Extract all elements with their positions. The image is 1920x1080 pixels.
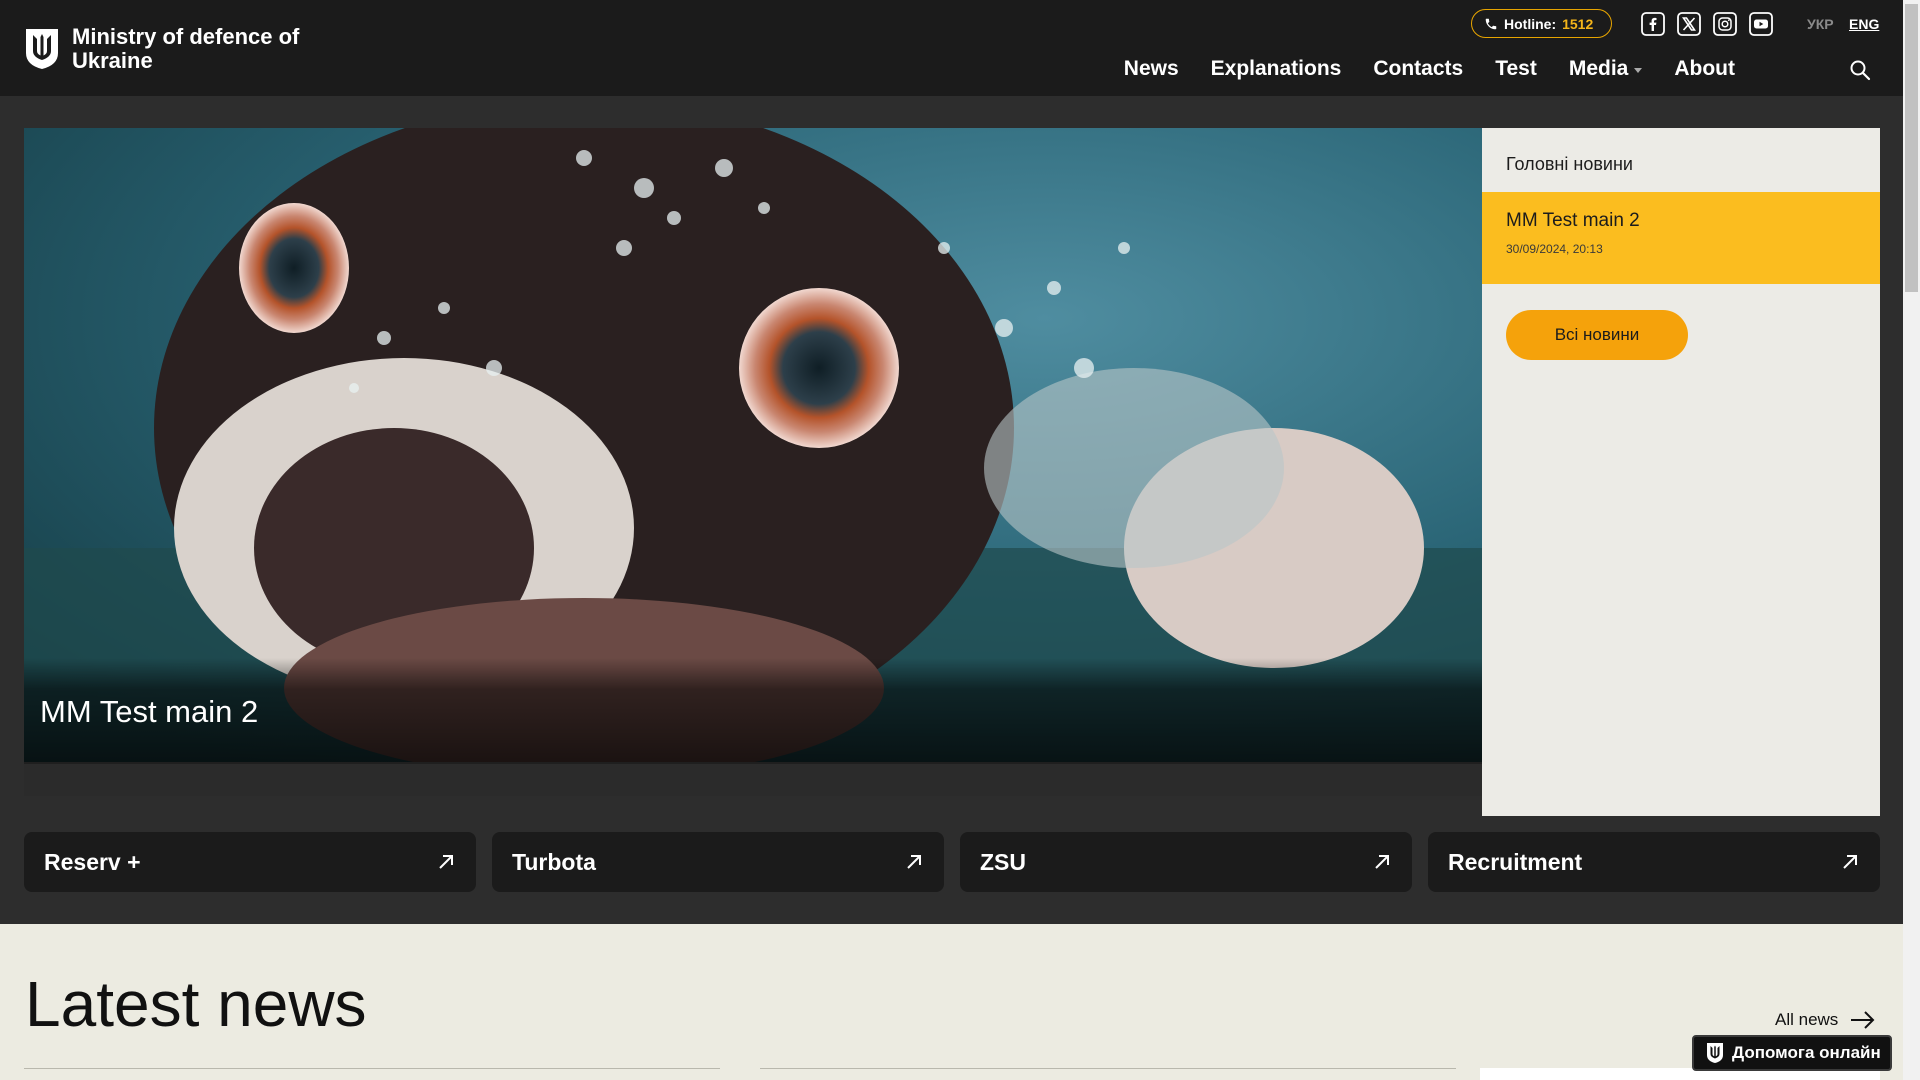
all-news-label: All news bbox=[1775, 1010, 1839, 1029]
help-online-label: Допомога онлайн bbox=[1732, 1043, 1881, 1062]
trident-shield-icon bbox=[1707, 1043, 1723, 1063]
quick-link-zsu[interactable]: ZSU bbox=[960, 832, 1412, 892]
arrow-up-right-icon bbox=[1843, 855, 1857, 869]
site-logo[interactable]: Ministry of defence of Ukraine bbox=[24, 25, 302, 73]
page-scrollbar[interactable] bbox=[1903, 0, 1920, 1080]
hotline-label: Hotline: bbox=[1504, 15, 1557, 32]
news-card-divider bbox=[24, 1068, 720, 1069]
nav-media[interactable]: Media bbox=[1569, 57, 1643, 81]
arrow-up-right-icon bbox=[907, 855, 921, 869]
all-main-news-button[interactable]: Всі новини bbox=[1506, 310, 1688, 360]
main-news-panel: Головні новини MM Test main 2 30/09/2024… bbox=[1482, 128, 1880, 816]
quick-link-label: Turbota bbox=[512, 848, 596, 875]
lang-english[interactable]: ENG bbox=[1849, 16, 1879, 32]
main-nav: News Explanations Contacts Test Media Ab… bbox=[1124, 57, 1735, 81]
arrow-up-right-icon bbox=[1375, 855, 1389, 869]
nav-explanations[interactable]: Explanations bbox=[1211, 57, 1342, 81]
phone-icon bbox=[1485, 18, 1497, 29]
site-header: Ministry of defence of Ukraine Hotline: … bbox=[0, 0, 1903, 96]
latest-news-title: Latest news bbox=[25, 968, 367, 1040]
lang-ukrainian[interactable]: УКР bbox=[1807, 16, 1834, 32]
quick-link-reserv[interactable]: Reserv + bbox=[24, 832, 476, 892]
nav-test[interactable]: Test bbox=[1495, 57, 1537, 81]
news-card-divider bbox=[760, 1068, 1456, 1069]
quick-link-recruitment[interactable]: Recruitment bbox=[1428, 832, 1880, 892]
quick-link-label: ZSU bbox=[980, 848, 1026, 875]
social-links bbox=[1641, 12, 1773, 36]
hero-slider[interactable]: MM Test main 2 bbox=[24, 128, 1482, 796]
quick-links: Reserv + Turbota ZSU Recruitment bbox=[24, 832, 1880, 892]
logo-text: Ministry of defence of Ukraine bbox=[72, 24, 300, 73]
quick-link-label: Reserv + bbox=[44, 848, 141, 875]
search-icon[interactable] bbox=[1848, 58, 1872, 82]
main-news-item-date: 30/09/2024, 20:13 bbox=[1506, 242, 1603, 256]
main-news-item[interactable]: MM Test main 2 30/09/2024, 20:13 bbox=[1482, 192, 1880, 284]
all-news-link[interactable]: All news bbox=[1775, 1010, 1876, 1030]
nav-about[interactable]: About bbox=[1674, 57, 1735, 81]
instagram-icon[interactable] bbox=[1713, 12, 1737, 36]
arrow-right-icon bbox=[1851, 1011, 1875, 1029]
youtube-icon[interactable] bbox=[1749, 12, 1773, 36]
scrollbar-thumb[interactable] bbox=[1905, 4, 1918, 292]
main-news-heading: Головні новини bbox=[1506, 154, 1633, 174]
trident-shield-icon bbox=[26, 29, 58, 69]
nav-news[interactable]: News bbox=[1124, 57, 1179, 81]
facebook-icon[interactable] bbox=[1641, 12, 1665, 36]
quick-link-turbota[interactable]: Turbota bbox=[492, 832, 944, 892]
nav-contacts[interactable]: Contacts bbox=[1373, 57, 1463, 81]
nav-media-label: Media bbox=[1568, 57, 1629, 80]
arrow-up-right-icon bbox=[439, 855, 453, 869]
hotline-number: 1512 bbox=[1562, 15, 1594, 32]
hotline-badge[interactable]: Hotline: 1512 bbox=[1471, 9, 1612, 38]
hero-title[interactable]: MM Test main 2 bbox=[40, 694, 258, 730]
latest-news-section: Latest news All news bbox=[0, 924, 1903, 1080]
x-icon[interactable] bbox=[1677, 12, 1701, 36]
chevron-down-icon bbox=[1634, 67, 1643, 73]
quick-link-label: Recruitment bbox=[1448, 848, 1583, 875]
main-news-item-title: MM Test main 2 bbox=[1506, 210, 1640, 231]
help-online-button[interactable]: Допомога онлайн bbox=[1692, 1035, 1892, 1071]
hero-slider-bar bbox=[24, 764, 1482, 796]
